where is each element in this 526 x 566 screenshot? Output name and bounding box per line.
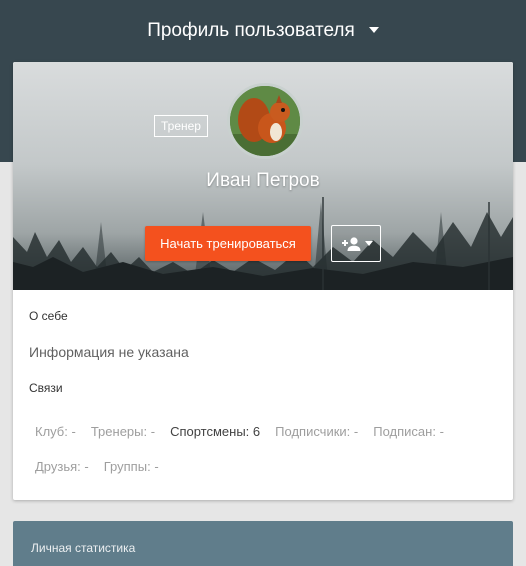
links-row: Друзья: - Группы: - xyxy=(35,459,174,474)
chevron-down-icon xyxy=(365,241,373,246)
header-title: Профиль пользователя xyxy=(147,20,355,41)
link-groups[interactable]: Группы: - xyxy=(104,459,159,474)
stats-title: Личная статистика xyxy=(31,541,136,555)
profile-card: Тренер Иван Петров Начать тренироваться xyxy=(13,62,513,500)
link-club[interactable]: Клуб: - xyxy=(35,424,76,439)
profile-cover: Тренер Иван Петров Начать тренироваться xyxy=(13,62,513,290)
links-row: Клуб: - Тренеры: - Спортсмены: 6 Подписч… xyxy=(35,424,459,439)
link-value: - xyxy=(84,459,89,474)
link-athletes[interactable]: Спортсмены: 6 xyxy=(170,424,260,439)
link-value: - xyxy=(439,424,444,439)
link-label: Друзья: xyxy=(35,459,81,474)
user-name: Иван Петров xyxy=(206,170,320,191)
link-value: - xyxy=(154,459,159,474)
avatar[interactable] xyxy=(227,83,303,159)
link-label: Тренеры: xyxy=(90,424,148,439)
link-label: Клуб: xyxy=(35,424,68,439)
link-label: Подписчики: xyxy=(275,424,351,439)
link-label: Подписан: xyxy=(373,424,436,439)
link-value: - xyxy=(150,424,156,439)
squirrel-avatar-image xyxy=(230,86,300,156)
link-value: - xyxy=(71,424,76,439)
link-label: Группы: xyxy=(103,459,151,474)
link-coaches[interactable]: Тренеры: - xyxy=(91,424,155,439)
role-badge: Тренер xyxy=(154,115,208,137)
follow-dropdown-button[interactable] xyxy=(331,225,381,262)
chevron-down-icon xyxy=(368,27,379,33)
personal-stats-card[interactable]: Личная статистика xyxy=(13,521,513,566)
about-text: Информация не указана xyxy=(29,344,189,360)
add-person-icon xyxy=(342,236,361,251)
link-value: 6 xyxy=(252,424,261,439)
links-section-title: Связи xyxy=(29,381,63,395)
link-label: Спортсмены: xyxy=(170,424,250,439)
link-following[interactable]: Подписан: - xyxy=(373,424,444,439)
link-value: - xyxy=(353,424,359,439)
link-followers[interactable]: Подписчики: - xyxy=(275,424,358,439)
header-title-dropdown[interactable]: Профиль пользователя xyxy=(0,0,526,62)
about-section-title: О себе xyxy=(29,309,68,323)
link-friends[interactable]: Друзья: - xyxy=(35,459,89,474)
start-training-button[interactable]: Начать тренироваться xyxy=(145,226,311,261)
